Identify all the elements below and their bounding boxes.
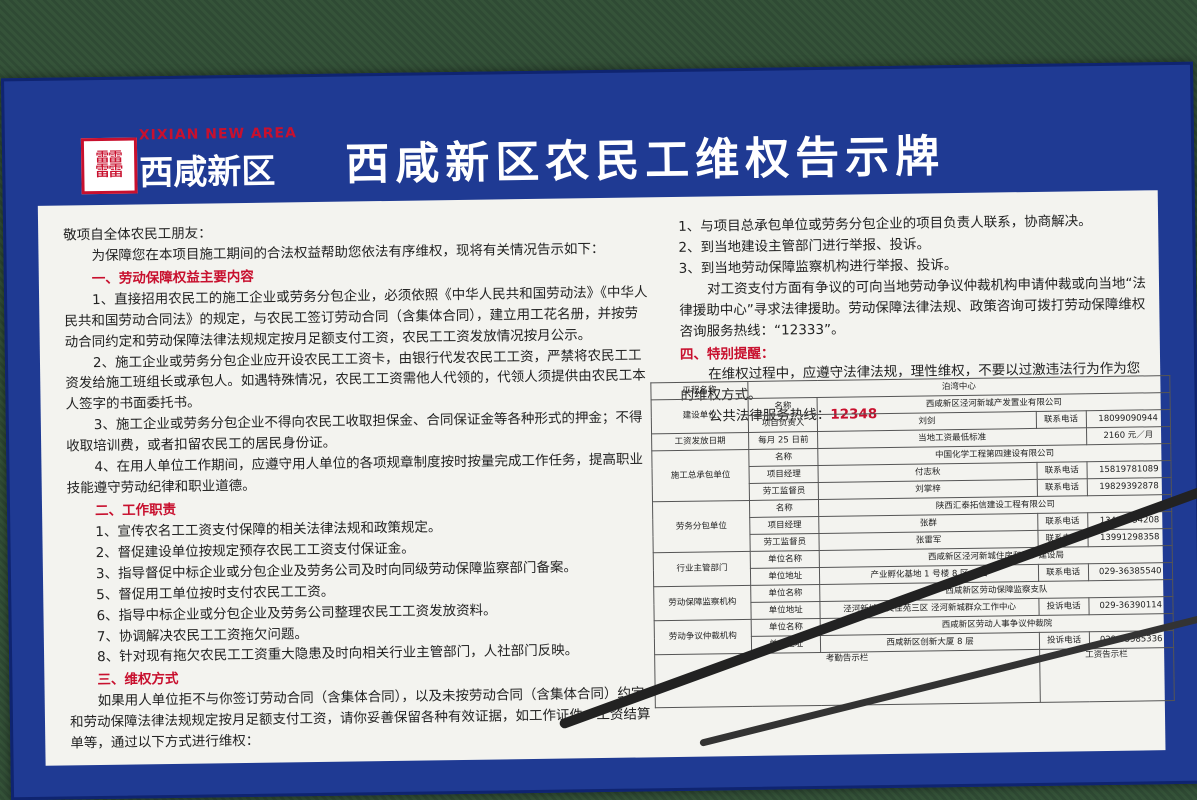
cell: 名称 <box>749 499 820 518</box>
cell: 单位地址 <box>750 601 821 620</box>
notice-panel: 敬项自全体农民工朋友： 为保障您在本项目施工期间的合法权益帮助您依法有序维权，现… <box>37 190 1175 766</box>
cell: 项目经理 <box>749 516 820 535</box>
cell: 单位地址 <box>750 567 821 586</box>
rights-item-1: 1、直接招用农民工的施工企业或劳务分包企业，必须依照《中华人民共和国劳动法》《中… <box>64 284 648 351</box>
board-title: 西咸新区农民工维权告示牌 <box>344 131 946 191</box>
cell: 工程名称 <box>650 381 749 400</box>
cell: 每月 25 日前 <box>748 431 819 450</box>
cell: 项目经理 <box>749 465 819 484</box>
rights-item-4: 4、在用人单位工作期间，应遵守用人单位的各项规章制度按时按量完成工作任务，提高职… <box>66 451 644 497</box>
cell: 建设单位 <box>651 398 749 434</box>
cell: 联系电话 <box>1035 410 1087 429</box>
cell: 工资发放日期 <box>651 432 749 451</box>
cell: 029-36390114 <box>1088 596 1174 615</box>
cell: 劳动争议仲裁机构 <box>654 619 752 655</box>
cell: 项目负责人 <box>748 414 819 433</box>
cell: 单位名称 <box>750 584 821 603</box>
cell: 19829392878 <box>1086 477 1172 496</box>
cell: 联系电话 <box>1037 512 1088 531</box>
cell: 联系电话 <box>1038 563 1089 582</box>
cell: 029-36385540 <box>1087 562 1173 581</box>
cell: 18099090944 <box>1085 409 1171 428</box>
rights-item-2: 2、施工企业或劳务分包企业应开设农民工工资卡，由银行代发农民工工资，严禁将农民工… <box>65 346 646 413</box>
cell: 劳务分包单位 <box>652 500 751 553</box>
cell: 2160 元／月 <box>1086 426 1171 445</box>
cell: 投诉电话 <box>1038 597 1089 616</box>
notice-board: 䨻 XIXIAN NEW AREA 西咸新区 西咸新区农民工维权告示牌 敬项自全… <box>1 61 1197 800</box>
cell: 行业主管部门 <box>653 551 751 587</box>
cell: 15819781089 <box>1086 460 1172 479</box>
board-header: 䨻 XIXIAN NEW AREA 西咸新区 西咸新区农民工维权告示牌 <box>4 65 1192 207</box>
logo-chinese-text: 西咸新区 <box>139 151 276 194</box>
xixian-logo: 䨻 XIXIAN NEW AREA 西咸新区 <box>80 125 322 195</box>
attendance-board-cell: 考勤告示栏 <box>654 649 1041 708</box>
cell: 劳工监督员 <box>749 482 819 501</box>
legal-aid-text: 对工资支付方面有争议的可向当地劳动争议仲裁机构申请仲裁或向当地“法律援助中心”寻… <box>679 275 1147 340</box>
logo-emblem-icon: 䨻 <box>80 137 138 195</box>
left-column: 敬项自全体农民工朋友： 为保障您在本项目施工期间的合法权益帮助您依法有序维权，现… <box>63 217 655 754</box>
info-table: 工程名称 泊湾中心 建设单位 名称 西咸新区泾河新城产发置业有限公司 项目负责人 刘剑联… <box>650 375 1175 708</box>
logo-english-text: XIXIAN NEW AREA <box>138 125 297 144</box>
cell: 联系电话 <box>1036 461 1087 480</box>
cell: 劳动保障监察机构 <box>653 585 752 621</box>
cell: 联系电话 <box>1036 478 1087 497</box>
cell: 名称 <box>748 397 818 416</box>
cell: 名称 <box>748 448 819 467</box>
cell: 施工总承包单位 <box>651 449 750 502</box>
cell: 劳工监督员 <box>749 533 820 552</box>
cell: 单位名称 <box>750 550 820 569</box>
